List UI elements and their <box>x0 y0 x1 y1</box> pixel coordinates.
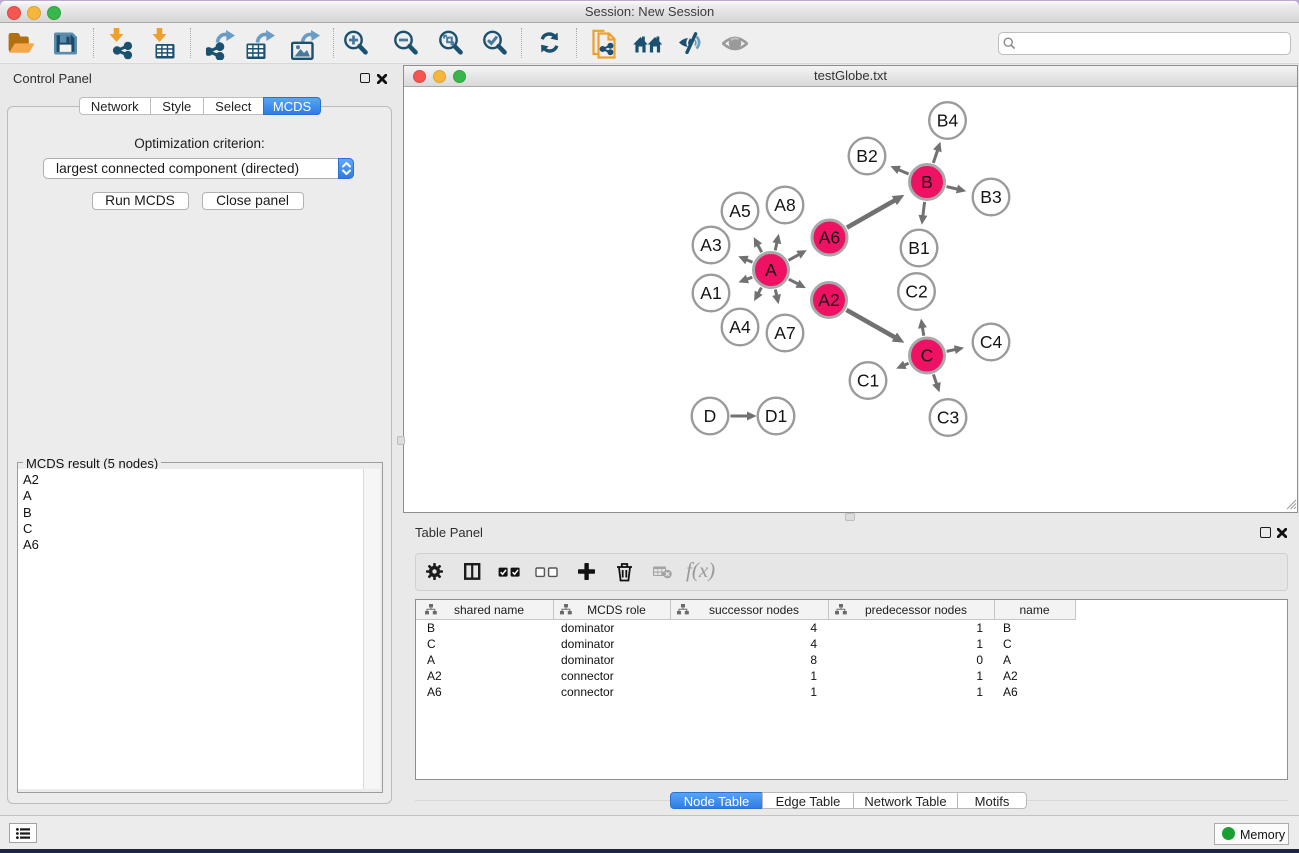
svg-text:C4: C4 <box>980 332 1003 352</box>
svg-text:B: B <box>921 172 933 192</box>
svg-text:A1: A1 <box>700 283 721 303</box>
svg-text:A6: A6 <box>819 228 840 248</box>
svg-text:B4: B4 <box>937 111 959 131</box>
svg-text:C2: C2 <box>905 282 927 302</box>
svg-text:A8: A8 <box>774 195 795 215</box>
svg-text:A4: A4 <box>729 317 751 337</box>
svg-text:A3: A3 <box>700 235 721 255</box>
svg-text:B3: B3 <box>980 187 1001 207</box>
svg-text:C3: C3 <box>937 408 959 428</box>
svg-text:A2: A2 <box>818 290 839 310</box>
svg-text:B1: B1 <box>908 238 929 258</box>
svg-text:A7: A7 <box>774 323 795 343</box>
svg-text:D: D <box>704 406 717 426</box>
svg-text:A: A <box>765 260 777 280</box>
svg-text:D1: D1 <box>765 406 787 426</box>
svg-text:C: C <box>921 346 934 366</box>
svg-text:A5: A5 <box>729 201 750 221</box>
svg-text:C1: C1 <box>857 371 879 391</box>
svg-text:B2: B2 <box>856 146 877 166</box>
